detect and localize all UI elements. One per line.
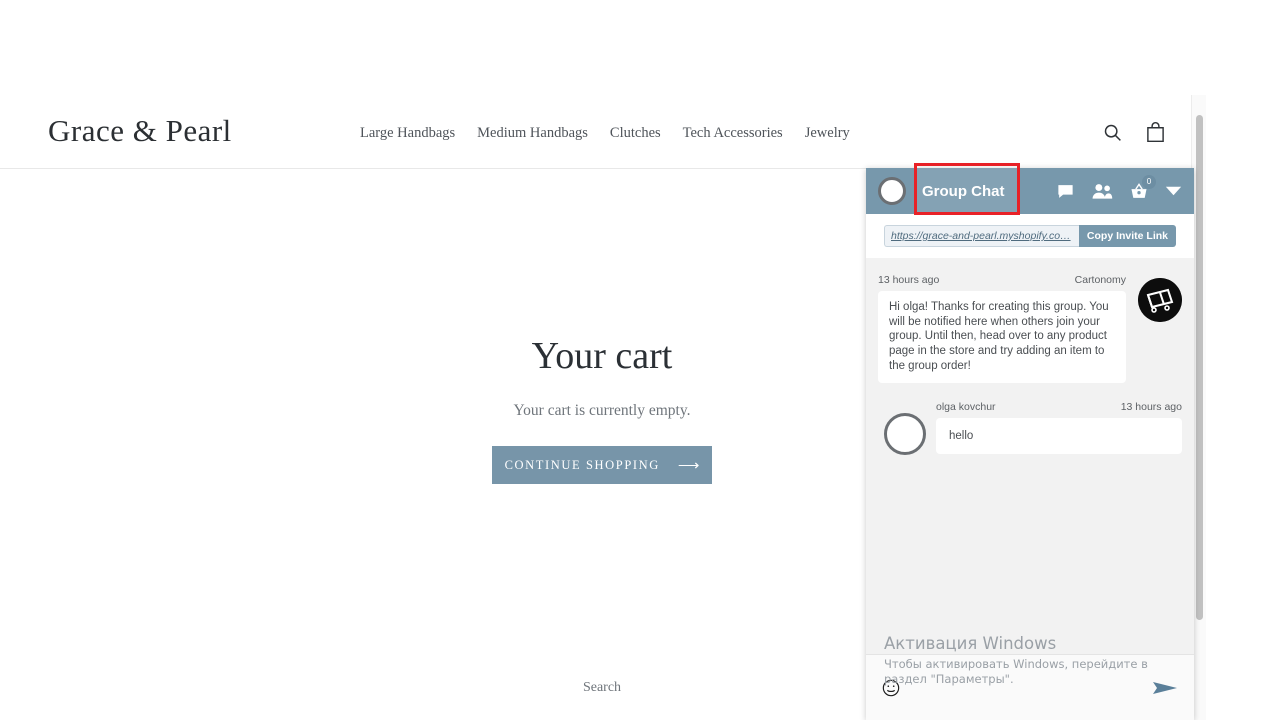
chat-header-avatar [878,177,906,205]
chat-widget-header: Group Chat 0 [866,163,1194,215]
chat-message-meta: 13 hours ago Cartonomy [878,274,1126,286]
chat-message-input[interactable] [900,680,1152,695]
chat-widget-title: Group Chat [922,182,1005,200]
chat-message-user: olga kovchur 13 hours ago hello [878,401,1182,455]
chat-message-meta: olga kovchur 13 hours ago [936,401,1182,413]
smiley-icon[interactable] [882,679,900,697]
invite-link-field[interactable]: https://grace-and-pearl.myshopify.co… [884,225,1079,247]
chat-message-text: Hi olga! Thanks for creating this group.… [878,291,1126,383]
nav-item-clutches[interactable]: Clutches [610,125,661,142]
store-header: Grace & Pearl Large Handbags Medium Hand… [0,95,1204,169]
chat-input-area [866,654,1194,720]
copy-invite-link-button[interactable]: Copy Invite Link [1078,225,1176,247]
basket-count-badge: 0 [1142,174,1156,189]
chat-header-icon-group: 0 [1056,174,1182,201]
chat-message-time: 13 hours ago [1120,400,1182,413]
send-icon[interactable] [1152,678,1178,698]
chevron-down-icon[interactable] [1165,185,1182,197]
nav-item-large-handbags[interactable]: Large Handbags [360,125,455,142]
chat-message-author: Cartonomy [1074,274,1126,286]
nav-item-jewelry[interactable]: Jewelry [805,125,850,142]
chat-message-bot: 13 hours ago Cartonomy Hi olga! Thanks f… [878,274,1182,383]
nav-item-medium-handbags[interactable]: Medium Handbags [477,125,588,142]
page-root: Grace & Pearl Large Handbags Medium Hand… [0,0,1280,720]
invite-link-row: https://grace-and-pearl.myshopify.co… Co… [866,214,1194,258]
people-icon[interactable] [1091,182,1113,201]
search-icon[interactable] [1102,122,1123,143]
group-chat-widget: Group Chat 0 https://grace-and-pearl.mys… [866,163,1194,720]
nav-item-tech-accessories[interactable]: Tech Accessories [683,125,783,142]
main-navigation: Large Handbags Medium Handbags Clutches … [360,125,850,142]
chat-message-text: hello [936,417,1182,455]
cartonomy-logo-avatar [1138,278,1182,322]
page-scrollbar-thumb[interactable] [1196,115,1203,620]
chat-message-time: 13 hours ago [878,274,940,286]
header-icon-group [1102,121,1166,143]
chat-bubble-icon[interactable] [1056,182,1075,201]
chat-message-author: olga kovchur [936,400,996,413]
arrow-right-icon: ⟶ [677,457,700,474]
chat-message-list[interactable]: 13 hours ago Cartonomy Hi olga! Thanks f… [866,258,1194,654]
continue-shopping-button[interactable]: CONTINUE SHOPPING ⟶ [492,446,712,484]
continue-shopping-label: CONTINUE SHOPPING [504,457,660,472]
basket-icon[interactable]: 0 [1129,174,1156,201]
user-avatar [884,412,926,455]
store-brand[interactable]: Grace & Pearl [48,113,232,149]
shopping-bag-icon[interactable] [1145,121,1166,143]
